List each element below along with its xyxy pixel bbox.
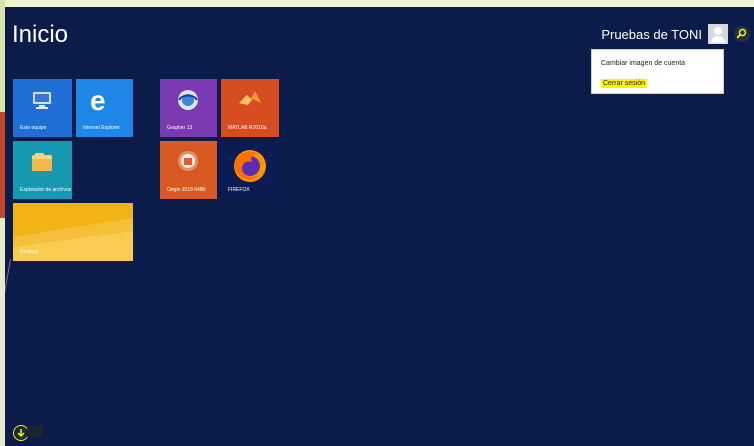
origin-icon [178,151,198,171]
tile-grapher[interactable]: Grapher 13 [160,79,217,137]
matlab-icon [239,91,261,105]
account-menu: Cambiar imagen de cuenta Cerrar sesión [591,49,724,94]
computer-icon [33,92,51,109]
user-name: Pruebas de TONI [601,26,702,42]
start-title: Inicio [12,21,69,48]
search-button[interactable] [734,26,750,42]
tile-label: Grapher 13 [167,125,193,131]
tile-internet-explorer[interactable]: e Internet Explorer [76,79,133,137]
mouse-cursor [27,425,43,438]
tile-label: Internet Explorer [83,125,120,131]
menu-item-change-account-picture[interactable]: Cambiar imagen de cuenta [601,60,685,67]
tile-matlab[interactable]: MATLAB R2016a [221,79,279,137]
tile-explorador-archivos[interactable]: Explorador de archivos [13,141,72,199]
tile-label: Este equipo [20,125,47,131]
folder-icon [32,153,52,171]
down-arrow-icon [17,429,25,438]
tile-label: Explorador de archivos [20,187,72,193]
search-icon [736,28,747,39]
start-screen: Inicio Pruebas de TONI Cambiar imagen de… [5,7,754,446]
tile-firefox[interactable]: FIREFOX [221,141,279,199]
tile-label: Desktop [20,249,39,255]
tile-label: MATLAB R2016a [228,125,267,131]
left-pointer-line [5,258,11,348]
firefox-icon [234,150,266,182]
tile-desktop[interactable]: Desktop [13,203,133,261]
tile-label: FIREFOX [228,187,250,193]
menu-item-sign-out[interactable]: Cerrar sesión [601,79,648,88]
tile-label: Origin 2018 64Bit [167,187,206,193]
grapher-icon [178,90,198,110]
internet-explorer-icon: e [90,85,106,116]
tile-origin[interactable]: Origin 2018 64Bit [160,141,217,199]
user-account[interactable]: Pruebas de TONI [601,24,728,44]
tile-este-equipo[interactable]: Este equipo [13,79,72,137]
user-avatar-icon [708,24,728,44]
